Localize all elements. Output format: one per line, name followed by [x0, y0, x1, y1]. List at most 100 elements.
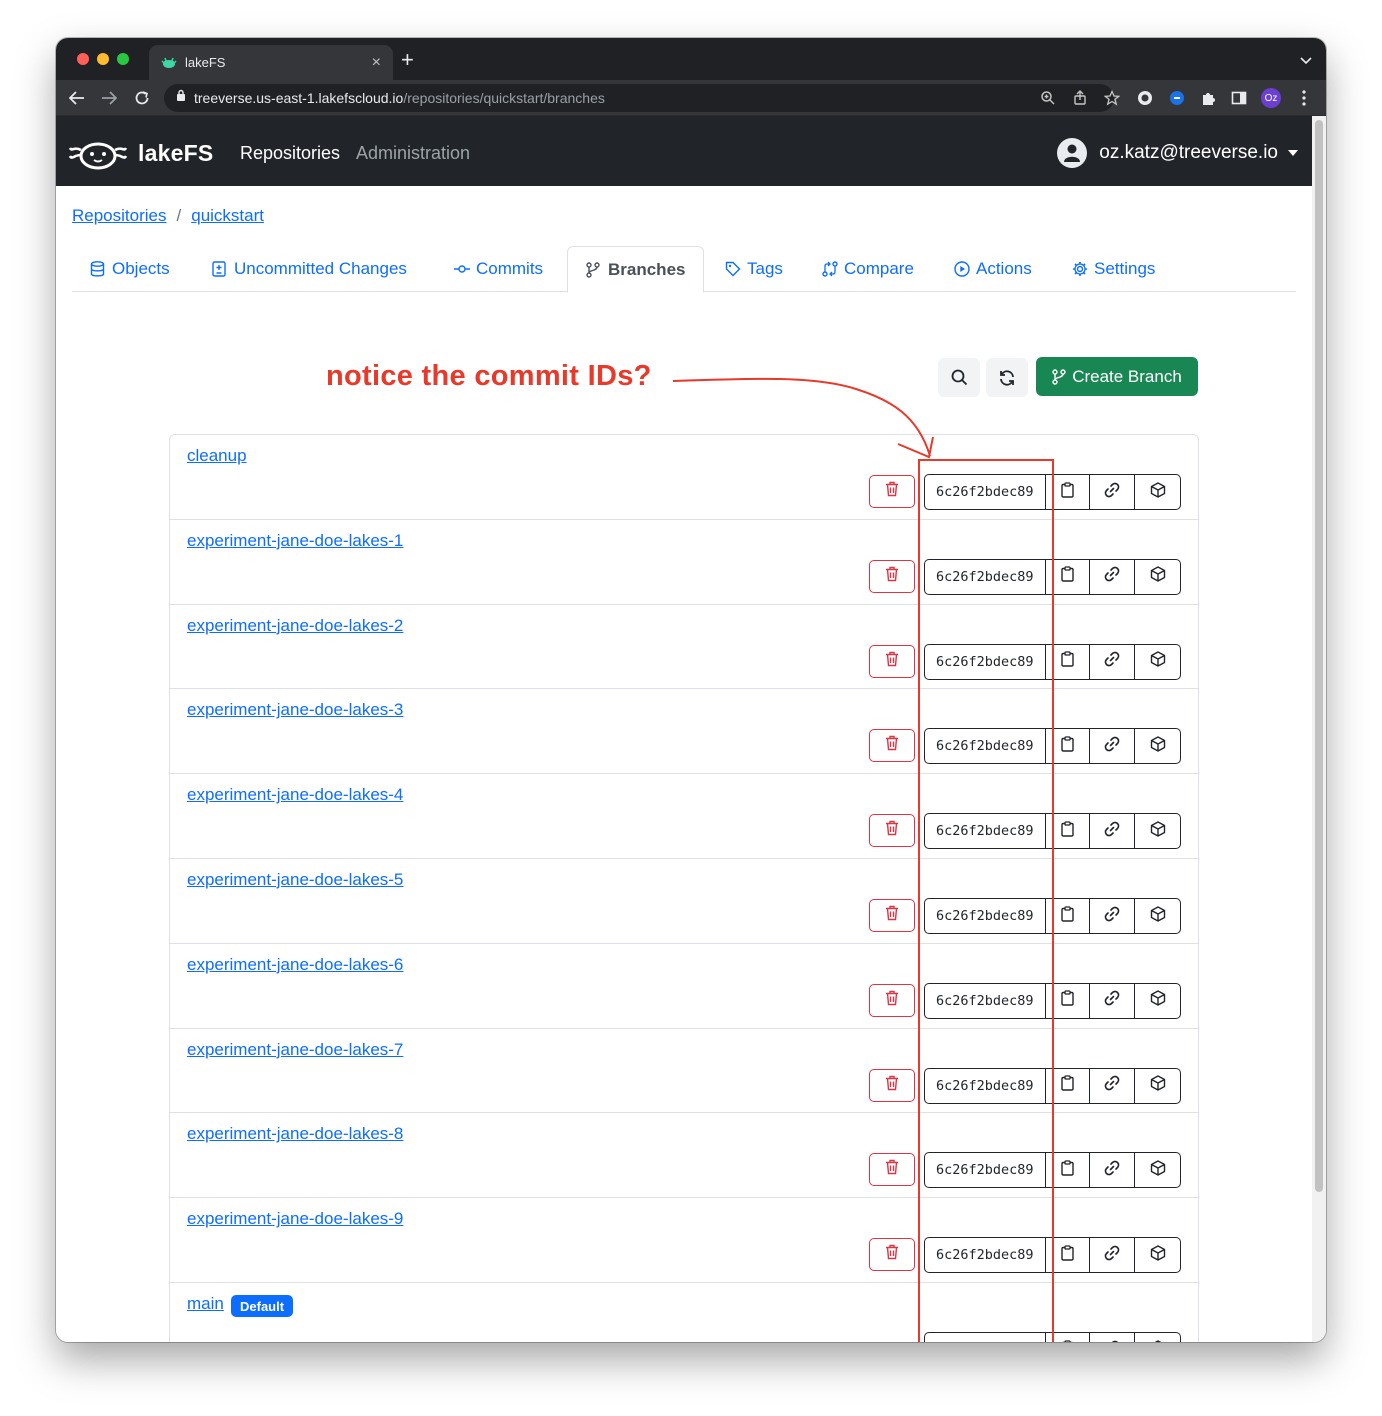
share-icon[interactable] [1072, 90, 1088, 106]
delete-branch-button[interactable] [869, 729, 915, 763]
reload-icon[interactable] [133, 89, 151, 107]
explore-objects-button[interactable] [1135, 814, 1180, 848]
branch-name-link[interactable]: experiment-jane-doe-lakes-2 [187, 616, 403, 636]
forward-arrow-icon[interactable] [100, 89, 118, 107]
explore-objects-button[interactable] [1135, 645, 1180, 679]
breadcrumb-repositories-link[interactable]: Repositories [72, 206, 167, 226]
branch-name-link[interactable]: experiment-jane-doe-lakes-1 [187, 531, 403, 551]
browser-tab[interactable]: lakeFS × [149, 45, 393, 80]
branch-name-link[interactable]: experiment-jane-doe-lakes-6 [187, 955, 403, 975]
branch-name-link[interactable]: experiment-jane-doe-lakes-3 [187, 700, 403, 720]
explore-objects-button[interactable] [1135, 899, 1180, 933]
refresh-button[interactable] [986, 358, 1028, 397]
commit-id-link[interactable]: 6c26f2bdec89 [925, 814, 1046, 849]
copy-commit-id-button[interactable] [1046, 475, 1091, 509]
commit-id-link[interactable]: 6c26f2bdec89 [925, 1238, 1046, 1273]
explore-objects-button[interactable] [1135, 984, 1180, 1018]
create-branch-button[interactable]: Create Branch [1036, 357, 1198, 396]
copy-link-button[interactable] [1090, 983, 1136, 1018]
tab-tags[interactable]: Tags [725, 246, 783, 292]
tab-commits[interactable]: Commits [454, 246, 543, 292]
search-branches-button[interactable] [938, 358, 980, 397]
copy-link-button[interactable] [1090, 814, 1136, 849]
commit-id-link[interactable]: 6c26f2bdec89 [925, 1153, 1046, 1188]
zoom-icon[interactable] [1040, 90, 1056, 106]
delete-branch-button[interactable] [869, 1238, 915, 1272]
side-panel-icon[interactable] [1230, 89, 1248, 107]
commit-id-link[interactable]: 6c26f2bdec89 [925, 729, 1046, 764]
nav-administration-link[interactable]: Administration [356, 143, 470, 164]
copy-commit-id-button[interactable] [1046, 729, 1091, 764]
lakefs-logo[interactable]: lakeFS [68, 136, 213, 170]
commit-id-link[interactable]: 7ee567ef28ed [925, 1333, 1046, 1342]
branch-name-link[interactable]: experiment-jane-doe-lakes-9 [187, 1209, 403, 1229]
copy-link-button[interactable] [1090, 475, 1136, 509]
branch-name-link[interactable]: experiment-jane-doe-lakes-5 [187, 870, 403, 890]
tab-branches[interactable]: Branches [567, 246, 705, 293]
delete-branch-button[interactable] [869, 899, 915, 932]
profile-avatar[interactable]: Oz [1261, 88, 1281, 108]
address-bar[interactable]: treeverse.us-east-1.lakefscloud.io/repos… [164, 84, 1121, 112]
user-menu[interactable]: oz.katz@treeverse.io [1057, 138, 1298, 168]
explore-objects-button[interactable] [1135, 729, 1180, 763]
copy-commit-id-button[interactable] [1046, 559, 1091, 594]
copy-commit-id-button[interactable] [1046, 1153, 1091, 1188]
delete-branch-button[interactable] [869, 644, 915, 678]
bookmark-star-icon[interactable] [1103, 89, 1121, 106]
close-tab-icon[interactable]: × [372, 54, 381, 71]
explore-objects-button[interactable] [1135, 1238, 1180, 1272]
copy-commit-id-button[interactable] [1046, 644, 1091, 679]
copy-link-button[interactable] [1090, 644, 1136, 679]
branch-name-link[interactable]: experiment-jane-doe-lakes-8 [187, 1124, 403, 1144]
extension-2-icon[interactable] [1168, 89, 1186, 107]
tab-compare[interactable]: Compare [822, 246, 914, 292]
delete-branch-button[interactable] [869, 814, 915, 848]
explore-objects-button[interactable] [1135, 1069, 1180, 1103]
delete-branch-button[interactable] [869, 983, 915, 1017]
new-tab-button[interactable]: + [401, 49, 414, 71]
close-window-button[interactable] [77, 53, 89, 65]
extensions-puzzle-icon[interactable] [1199, 89, 1217, 107]
branch-name-link[interactable]: experiment-jane-doe-lakes-7 [187, 1040, 403, 1060]
commit-id-link[interactable]: 6c26f2bdec89 [925, 983, 1046, 1018]
tab-objects[interactable]: Objects [90, 246, 170, 292]
copy-link-button[interactable] [1090, 559, 1136, 594]
explore-objects-button[interactable] [1135, 475, 1180, 509]
delete-branch-button[interactable] [869, 1068, 915, 1102]
copy-link-button[interactable] [1090, 1153, 1136, 1188]
copy-commit-id-button[interactable] [1046, 814, 1091, 849]
commit-id-link[interactable]: 6c26f2bdec89 [925, 644, 1046, 679]
tab-actions[interactable]: Actions [954, 246, 1032, 292]
explore-objects-button[interactable] [1135, 560, 1180, 594]
tab-settings[interactable]: Settings [1072, 246, 1155, 292]
explore-objects-button[interactable] [1135, 1333, 1180, 1342]
branch-name-link[interactable]: main [187, 1294, 224, 1314]
commit-id-link[interactable]: 6c26f2bdec89 [925, 559, 1046, 594]
commit-id-link[interactable]: 6c26f2bdec89 [925, 899, 1046, 933]
branch-name-link[interactable]: cleanup [187, 446, 247, 466]
browser-menu-icon[interactable] [1295, 89, 1313, 107]
commit-id-link[interactable]: 6c26f2bdec89 [925, 475, 1046, 509]
commit-id-link[interactable]: 6c26f2bdec89 [925, 1068, 1046, 1103]
scrollbar-thumb[interactable] [1315, 120, 1323, 1192]
minimize-window-button[interactable] [97, 53, 109, 65]
nav-repositories-link[interactable]: Repositories [240, 143, 340, 164]
copy-commit-id-button[interactable] [1046, 899, 1091, 933]
copy-commit-id-button[interactable] [1046, 983, 1091, 1018]
back-arrow-icon[interactable] [68, 89, 86, 107]
copy-commit-id-button[interactable] [1046, 1238, 1091, 1273]
delete-branch-button[interactable] [869, 1153, 915, 1187]
delete-branch-button[interactable] [869, 475, 915, 508]
copy-link-button[interactable] [1090, 1333, 1136, 1342]
tab-search-chevron-icon[interactable] [1300, 52, 1312, 70]
tab-uncommitted-changes[interactable]: Uncommitted Changes [212, 246, 407, 292]
copy-commit-id-button[interactable] [1046, 1068, 1091, 1103]
copy-link-button[interactable] [1090, 899, 1136, 933]
delete-branch-button[interactable] [869, 559, 915, 593]
copy-commit-id-button[interactable] [1046, 1333, 1091, 1342]
copy-link-button[interactable] [1090, 729, 1136, 764]
copy-link-button[interactable] [1090, 1068, 1136, 1103]
page-scrollbar[interactable] [1312, 116, 1326, 1342]
breadcrumb-repo-link[interactable]: quickstart [191, 206, 264, 226]
extension-1-icon[interactable] [1136, 89, 1154, 107]
